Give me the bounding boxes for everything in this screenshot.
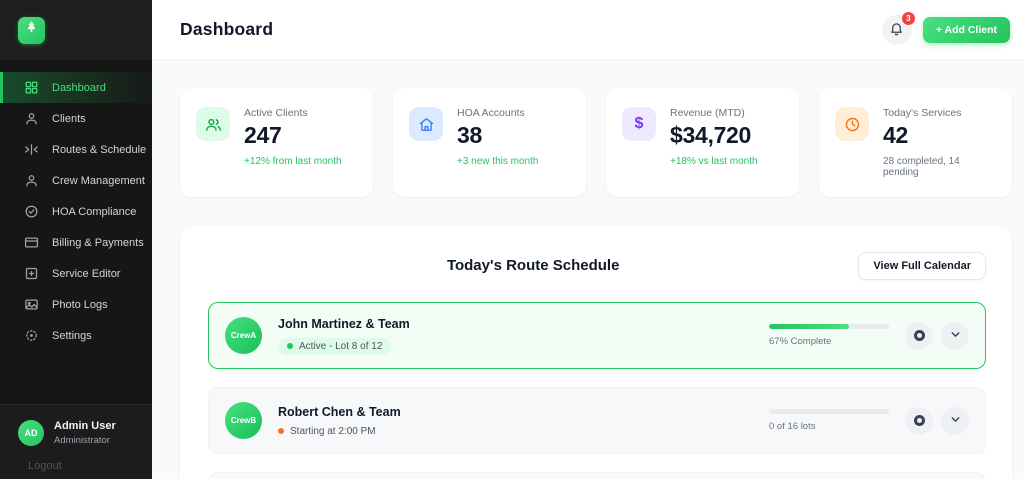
route-status: Active - Lot 8 of 12 (278, 337, 410, 355)
stat-value: 38 (457, 122, 482, 148)
user-icon (24, 173, 39, 188)
stat-label: HOA Accounts (457, 107, 525, 119)
locate-button[interactable] (905, 406, 933, 435)
sidebar-nav: Dashboard Clients Routes & Schedule Crew… (0, 60, 152, 404)
notifications-button[interactable]: 3 (881, 11, 915, 45)
route-icon (24, 142, 39, 157)
chevron-down-icon (949, 413, 962, 429)
sidebar-item-label: Service Editor (52, 267, 121, 280)
user-icon (24, 111, 39, 126)
sidebar-item-billing-payments[interactable]: Billing & Payments (0, 227, 152, 258)
sidebar-item-label: Clients (52, 112, 86, 125)
stat-value: $34,720 (670, 122, 752, 148)
sidebar-item-label: Crew Management (52, 174, 145, 187)
app-logo[interactable] (18, 16, 45, 44)
route-progress: 0 of 16 lots (769, 409, 889, 432)
sidebar-item-routes-schedule[interactable]: Routes & Schedule (0, 134, 152, 165)
tree-icon (24, 20, 39, 40)
route-card[interactable]: Crew B Robert Chen & Team Starting at 2:0… (208, 387, 986, 454)
user-name: Admin User (54, 420, 116, 432)
clock-icon (835, 107, 869, 141)
status-dot (287, 343, 293, 349)
app-root: Dashboard Clients Routes & Schedule Crew… (0, 0, 1024, 479)
notification-badge: 3 (901, 11, 915, 25)
square-plus-icon (24, 266, 39, 281)
route-list: Crew A John Martinez & Team Active - Lot … (208, 302, 986, 479)
sidebar-footer: AD Admin User Administrator Logout (0, 404, 152, 479)
stat-note: +18% vs last month (670, 156, 758, 167)
stat-card: $ Revenue (MTD) $34,720 +18% vs last mon… (606, 88, 799, 197)
logout-button[interactable]: Logout (28, 460, 152, 472)
sidebar-item-clients[interactable]: Clients (0, 103, 152, 134)
crew-avatar: Crew B (225, 402, 262, 439)
status-dot (278, 428, 284, 434)
stat-note: +3 new this month (457, 156, 539, 167)
route-status: Starting at 2:00 PM (278, 426, 401, 437)
locate-icon (913, 415, 925, 426)
locate-icon (913, 330, 925, 341)
crew-avatar: Crew A (225, 317, 262, 354)
route-progress: 67% Complete (769, 324, 889, 347)
photo-icon (24, 297, 39, 312)
sidebar-item-label: Routes & Schedule (52, 143, 147, 156)
bell-icon (889, 21, 904, 39)
expand-button[interactable] (941, 321, 969, 350)
page-title: Dashboard (180, 19, 274, 39)
route-card[interactable]: Crew A John Martinez & Team Active - Lot … (208, 302, 986, 369)
stat-card: HOA Accounts 38 +3 new this month (393, 88, 586, 197)
route-schedule-panel: Today's Route Schedule View Full Calenda… (180, 226, 1012, 479)
status-text: Active - Lot 8 of 12 (299, 340, 383, 352)
home-icon (409, 107, 443, 141)
sidebar: Dashboard Clients Routes & Schedule Crew… (0, 0, 152, 479)
progress-label: 0 of 16 lots (769, 421, 816, 432)
route-card[interactable]: CrewC David Lopez & Team (208, 472, 986, 479)
settings-icon (24, 328, 39, 343)
user-profile[interactable]: AD Admin User Administrator (18, 420, 152, 446)
avatar: AD (18, 420, 44, 446)
stat-value: 247 (244, 122, 282, 148)
content-area: Active Clients 247 +12% from last month … (152, 60, 1024, 479)
progress-fill (769, 324, 850, 329)
route-crew-name: Robert Chen & Team (278, 404, 401, 419)
sidebar-item-hoa-compliance[interactable]: HOA Compliance (0, 196, 152, 227)
grid-icon (24, 80, 39, 95)
sidebar-logo-area (0, 0, 152, 60)
stat-label: Revenue (MTD) (670, 107, 745, 119)
sidebar-item-label: HOA Compliance (52, 205, 137, 218)
main-area: Dashboard 3 + Add Client Active Clients … (152, 0, 1024, 479)
users-icon (196, 107, 230, 141)
stat-card: Active Clients 247 +12% from last month (180, 88, 373, 197)
sidebar-item-label: Dashboard (52, 81, 106, 94)
route-crew-name: John Martinez & Team (278, 316, 410, 331)
chevron-down-icon (949, 328, 962, 344)
stat-card: Today's Services 42 28 completed, 14 pen… (819, 88, 1012, 197)
sidebar-item-label: Billing & Payments (52, 236, 144, 249)
add-client-button[interactable]: + Add Client (922, 16, 1010, 43)
credit-card-icon (24, 235, 39, 250)
schedule-title: Today's Route Schedule (446, 257, 620, 274)
locate-button[interactable] (905, 321, 933, 350)
status-text: Starting at 2:00 PM (290, 425, 376, 437)
dollar-icon: $ (622, 107, 656, 141)
sidebar-item-dashboard[interactable]: Dashboard (0, 72, 152, 103)
top-header: Dashboard 3 + Add Client (152, 0, 1024, 60)
stat-note: +12% from last month (244, 156, 342, 167)
sidebar-item-label: Settings (52, 329, 92, 342)
check-circle-icon (24, 204, 39, 219)
progress-label: 67% Complete (769, 336, 832, 347)
schedule-header: Today's Route Schedule View Full Calenda… (208, 252, 986, 280)
stat-value: 42 (883, 122, 908, 148)
sidebar-item-service-editor[interactable]: Service Editor (0, 258, 152, 289)
user-role: Administrator (54, 435, 110, 446)
sidebar-item-settings[interactable]: Settings (0, 320, 152, 351)
sidebar-item-crew-management[interactable]: Crew Management (0, 165, 152, 196)
view-full-calendar-button[interactable]: View Full Calendar (858, 252, 986, 280)
stats-row: Active Clients 247 +12% from last month … (180, 88, 1012, 197)
sidebar-item-label: Photo Logs (52, 298, 108, 311)
stat-label: Active Clients (244, 107, 308, 119)
expand-button[interactable] (941, 406, 969, 435)
stat-label: Today's Services (883, 107, 962, 119)
sidebar-item-photo-logs[interactable]: Photo Logs (0, 289, 152, 320)
stat-note: 28 completed, 14 pending (883, 156, 960, 178)
